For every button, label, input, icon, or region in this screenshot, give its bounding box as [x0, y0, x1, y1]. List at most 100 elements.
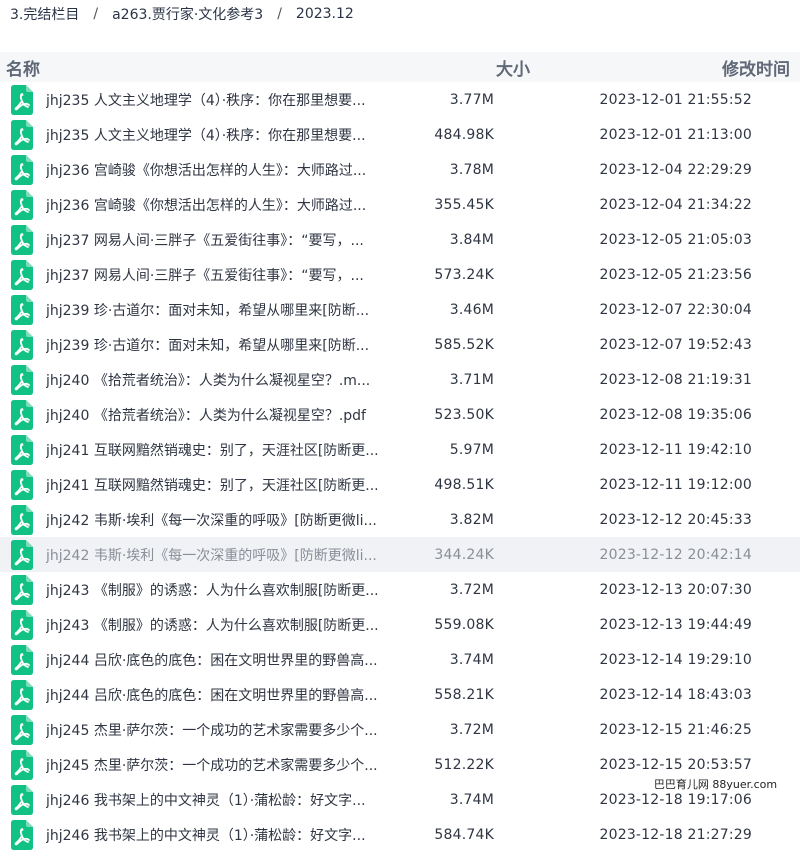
file-modified-time: 2023-12-07 22:30:04: [599, 301, 752, 318]
file-size: 559.08K: [434, 616, 494, 633]
file-name[interactable]: jhj235 人文主义地理学（4）·秩序：你在那里想要...: [46, 125, 406, 145]
file-modified-time: 2023-12-07 19:52:43: [599, 336, 752, 353]
file-list: jhj235 人文主义地理学（4）·秩序：你在那里想要... 3.77M 2023-…: [0, 82, 800, 850]
file-modified-time: 2023-12-01 21:13:00: [599, 126, 752, 143]
file-name[interactable]: jhj235 人文主义地理学（4）·秩序：你在那里想要...: [46, 90, 406, 110]
file-name[interactable]: jhj240 《拾荒者统治》：人类为什么凝视星空？.m...: [46, 370, 406, 390]
column-header-modified-time[interactable]: 修改时间: [530, 55, 790, 80]
file-row[interactable]: jhj241 互联网黯然销魂史：别了，天涯社区[防断更... 5.97M 2023-…: [0, 432, 800, 467]
file-size: 584.74K: [434, 826, 494, 843]
file-size: 3.78M: [449, 161, 494, 178]
file-modified-time: 2023-12-13 19:44:49: [599, 616, 752, 633]
file-row[interactable]: jhj242 韦斯·埃利《每一次深重的呼吸》[防断更微li... 3.82M 202…: [0, 502, 800, 537]
file-row[interactable]: jhj241 互联网黯然销魂史：别了，天涯社区[防断更... 498.51K 202…: [0, 467, 800, 502]
file-modified-time: 2023-12-18 19:17:06: [599, 791, 752, 808]
file-row[interactable]: jhj243 《制服》的诱惑：人为什么喜欢制服[防断更... 3.72M 2023-…: [0, 572, 800, 607]
file-row[interactable]: jhj237 网易人间·三胖子《五爱街往事》：“要写，... 573.24K 202…: [0, 257, 800, 292]
file-name[interactable]: jhj246 我书架上的中文神灵（1）·蒲松龄：好文字...: [46, 790, 406, 810]
file-size: 3.82M: [449, 511, 494, 528]
pdf-file-icon: [11, 154, 33, 185]
file-name[interactable]: jhj243 《制服》的诱惑：人为什么喜欢制服[防断更...: [46, 580, 406, 600]
file-name[interactable]: jhj242 韦斯·埃利《每一次深重的呼吸》[防断更微li...: [46, 545, 406, 565]
file-size: 512.22K: [434, 756, 494, 773]
pdf-file-icon: [11, 819, 33, 850]
file-size: 3.72M: [449, 721, 494, 738]
pdf-file-icon: [11, 714, 33, 745]
file-name[interactable]: jhj246 我书架上的中文神灵（1）·蒲松龄：好文字...: [46, 825, 406, 845]
file-name[interactable]: jhj245 杰里·萨尔茨：一个成功的艺术家需要多少个...: [46, 720, 406, 740]
file-modified-time: 2023-12-15 20:53:57: [599, 756, 752, 773]
file-size: 5.97M: [449, 441, 494, 458]
column-header-name[interactable]: 名称: [0, 55, 400, 80]
file-modified-time: 2023-12-05 21:23:56: [599, 266, 752, 283]
file-row[interactable]: jhj235 人文主义地理学（4）·秩序：你在那里想要... 3.77M 2023-…: [0, 82, 800, 117]
file-modified-time: 2023-12-13 20:07:30: [599, 581, 752, 598]
breadcrumb: 3.完结栏目 / a263.贾行家·文化参考3 / 2023.12: [0, 0, 800, 28]
file-name[interactable]: jhj244 吕欣·底色的底色：困在文明世界里的野兽高...: [46, 685, 406, 705]
file-modified-time: 2023-12-14 18:43:03: [599, 686, 752, 703]
file-row[interactable]: jhj242 韦斯·埃利《每一次深重的呼吸》[防断更微li... 344.24K 2…: [0, 537, 800, 572]
file-row[interactable]: jhj244 吕欣·底色的底色：困在文明世界里的野兽高... 558.21K 202…: [0, 677, 800, 712]
pdf-file-icon: [11, 504, 33, 535]
file-modified-time: 2023-12-12 20:42:14: [599, 546, 752, 563]
file-row[interactable]: jhj239 珍·古道尔：面对未知，希望从哪里来[防断... 585.52K 202…: [0, 327, 800, 362]
file-modified-time: 2023-12-18 21:27:29: [599, 826, 752, 843]
file-name[interactable]: jhj239 珍·古道尔：面对未知，希望从哪里来[防断...: [46, 335, 406, 355]
file-modified-time: 2023-12-05 21:05:03: [599, 231, 752, 248]
file-name[interactable]: jhj241 互联网黯然销魂史：别了，天涯社区[防断更...: [46, 475, 406, 495]
file-modified-time: 2023-12-11 19:12:00: [599, 476, 752, 493]
pdf-file-icon: [11, 189, 33, 220]
file-size: 523.50K: [434, 406, 494, 423]
file-name[interactable]: jhj243 《制服》的诱惑：人为什么喜欢制服[防断更...: [46, 615, 406, 635]
file-modified-time: 2023-12-04 22:29:29: [599, 161, 752, 178]
file-modified-time: 2023-12-12 20:45:33: [599, 511, 752, 528]
file-name[interactable]: jhj242 韦斯·埃利《每一次深重的呼吸》[防断更微li...: [46, 510, 406, 530]
breadcrumb-item-root[interactable]: 3.完结栏目: [10, 4, 79, 24]
pdf-file-icon: [11, 469, 33, 500]
file-name[interactable]: jhj241 互联网黯然销魂史：别了，天涯社区[防断更...: [46, 440, 406, 460]
file-name[interactable]: jhj237 网易人间·三胖子《五爱街往事》：“要写，...: [46, 230, 406, 250]
pdf-file-icon: [11, 574, 33, 605]
file-name[interactable]: jhj240 《拾荒者统治》：人类为什么凝视星空？.pdf: [46, 405, 406, 425]
file-name[interactable]: jhj245 杰里·萨尔茨：一个成功的艺术家需要多少个...: [46, 755, 406, 775]
file-row[interactable]: jhj246 我书架上的中文神灵（1）·蒲松龄：好文字... 584.74K 202…: [0, 817, 800, 850]
file-modified-time: 2023-12-11 19:42:10: [599, 441, 752, 458]
file-size: 573.24K: [434, 266, 494, 283]
file-modified-time: 2023-12-01 21:55:52: [599, 91, 752, 108]
pdf-file-icon: [11, 644, 33, 675]
file-name[interactable]: jhj239 珍·古道尔：面对未知，希望从哪里来[防断...: [46, 300, 406, 320]
file-size: 3.77M: [449, 91, 494, 108]
pdf-file-icon: [11, 364, 33, 395]
file-name[interactable]: jhj237 网易人间·三胖子《五爱街往事》：“要写，...: [46, 265, 406, 285]
file-size: 3.72M: [449, 581, 494, 598]
file-size: 558.21K: [434, 686, 494, 703]
breadcrumb-item-folder[interactable]: a263.贾行家·文化参考3: [112, 4, 263, 24]
breadcrumb-separator: /: [277, 6, 282, 22]
pdf-file-icon: [11, 434, 33, 465]
pdf-file-icon: [11, 294, 33, 325]
file-size: 3.71M: [449, 371, 494, 388]
file-row[interactable]: jhj240 《拾荒者统治》：人类为什么凝视星空？.pdf 523.50K 2023…: [0, 397, 800, 432]
file-row[interactable]: jhj244 吕欣·底色的底色：困在文明世界里的野兽高... 3.74M 2023-…: [0, 642, 800, 677]
file-name[interactable]: jhj244 吕欣·底色的底色：困在文明世界里的野兽高...: [46, 650, 406, 670]
file-row[interactable]: jhj236 宫崎骏《你想活出怎样的人生》：大师路过... 3.78M 2023-1…: [0, 152, 800, 187]
file-row[interactable]: jhj239 珍·古道尔：面对未知，希望从哪里来[防断... 3.46M 2023-…: [0, 292, 800, 327]
pdf-file-icon: [11, 119, 33, 150]
breadcrumb-item-current[interactable]: 2023.12: [296, 6, 354, 22]
pdf-file-icon: [11, 224, 33, 255]
file-modified-time: 2023-12-15 21:46:25: [599, 721, 752, 738]
file-row[interactable]: jhj236 宫崎骏《你想活出怎样的人生》：大师路过... 355.45K 2023…: [0, 187, 800, 222]
file-size: 484.98K: [434, 126, 494, 143]
column-header-size[interactable]: 大小: [400, 55, 530, 80]
file-row[interactable]: jhj235 人文主义地理学（4）·秩序：你在那里想要... 484.98K 202…: [0, 117, 800, 152]
file-row[interactable]: jhj240 《拾荒者统治》：人类为什么凝视星空？.m... 3.71M 2023-…: [0, 362, 800, 397]
file-name[interactable]: jhj236 宫崎骏《你想活出怎样的人生》：大师路过...: [46, 195, 406, 215]
file-name[interactable]: jhj236 宫崎骏《你想活出怎样的人生》：大师路过...: [46, 160, 406, 180]
file-modified-time: 2023-12-04 21:34:22: [599, 196, 752, 213]
file-row[interactable]: jhj245 杰里·萨尔茨：一个成功的艺术家需要多少个... 3.72M 2023-…: [0, 712, 800, 747]
file-row[interactable]: jhj243 《制服》的诱惑：人为什么喜欢制服[防断更... 559.08K 202…: [0, 607, 800, 642]
pdf-file-icon: [11, 679, 33, 710]
file-size: 3.46M: [449, 301, 494, 318]
file-row[interactable]: jhj237 网易人间·三胖子《五爱街往事》：“要写，... 3.84M 2023-…: [0, 222, 800, 257]
file-size: 585.52K: [434, 336, 494, 353]
